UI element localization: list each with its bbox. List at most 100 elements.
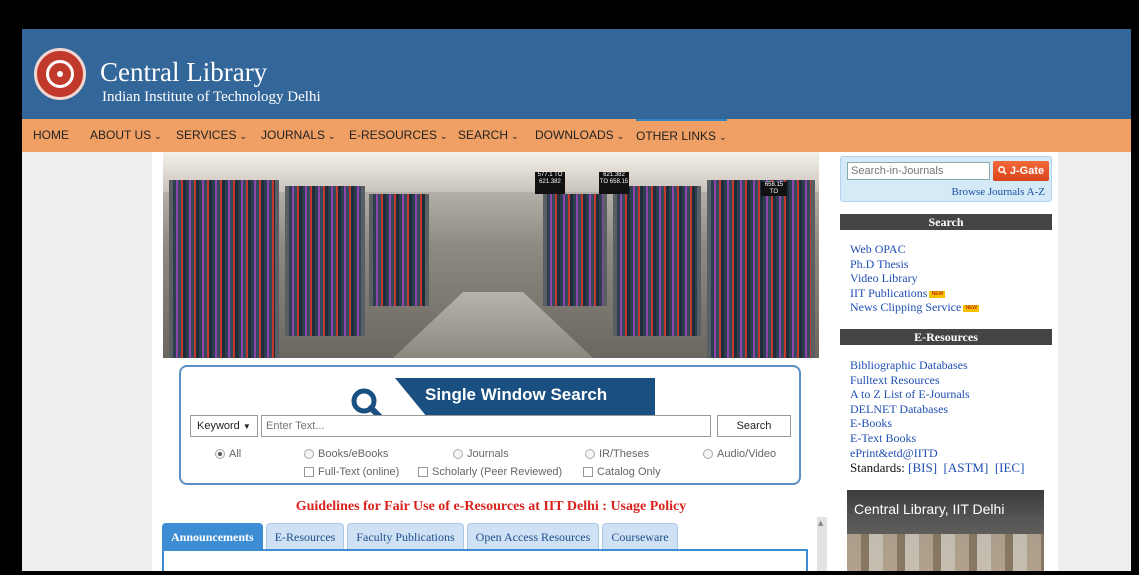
main-nav: HOME ABOUT US ⌄ SERVICES ⌄ JOURNALS ⌄ E-RES… (22, 119, 1131, 152)
radio-label: Audio/Video (717, 448, 777, 460)
nav-label: ABOUT US (90, 128, 152, 142)
nav-label: HOME (33, 128, 69, 142)
tab-announcements[interactable]: Announcements (162, 523, 263, 550)
checkbox-label: Full-Text (online) (318, 466, 400, 478)
standards-label: Standards: (850, 460, 905, 475)
jgate-button-label: J-Gate (1009, 165, 1045, 177)
web-opac-link[interactable]: Web OPAC (850, 242, 979, 257)
checkbox-icon (418, 467, 428, 477)
tab-panel (162, 549, 808, 571)
radio-label: All (229, 448, 242, 460)
radio-label: Journals (467, 448, 509, 460)
phd-thesis-link[interactable]: Ph.D Thesis (850, 257, 979, 272)
radio-icon (703, 449, 713, 459)
standards-row: Standards: [BIS] [ASTM] [IEC] (850, 460, 1024, 476)
video-library-link[interactable]: Video Library (850, 271, 979, 286)
e-books-link[interactable]: E-Books (850, 416, 970, 431)
nav-home[interactable]: HOME (33, 119, 69, 152)
delnet-databases-link[interactable]: DELNET Databases (850, 402, 970, 417)
hero-shelf (543, 194, 607, 306)
checkbox-icon (583, 467, 593, 477)
checkbox-label: Scholarly (Peer Reviewed) (432, 466, 563, 478)
tab-courseware[interactable]: Courseware (602, 523, 678, 550)
search-links: Web OPAC Ph.D Thesis Video Library IIT P… (850, 242, 980, 315)
browse-journals-link[interactable]: Browse Journals A-Z (952, 186, 1046, 198)
bis-link[interactable]: [BIS] (908, 460, 937, 475)
link-label: IIT Publications (850, 285, 928, 300)
journal-search-input[interactable] (847, 162, 990, 180)
video-title[interactable]: Central Library, IIT Delhi (854, 501, 1004, 517)
single-window-search: Single Window Search Keyword ▼ Search Al… (179, 365, 801, 485)
search-button[interactable]: Search (717, 415, 791, 437)
news-clipping-link[interactable]: News Clipping Service NEW (850, 300, 980, 315)
chevron-down-icon: ⌄ (239, 131, 248, 141)
nav-label: SEARCH (458, 128, 509, 142)
search-input[interactable] (261, 415, 711, 437)
nav-about-us[interactable]: ABOUT US ⌄ (90, 119, 162, 152)
logo-ring (46, 60, 74, 88)
bibliographic-databases-link[interactable]: Bibliographic Databases (850, 358, 970, 373)
site-title[interactable]: Central Library (100, 57, 267, 87)
thumbnail-scene (847, 534, 1044, 571)
jgate-button[interactable]: J-Gate (993, 161, 1049, 181)
check-full-text[interactable]: Full-Text (online) (304, 466, 399, 478)
radio-label: Books/eBooks (318, 448, 389, 460)
nav-other-links[interactable]: OTHER LINKS ⌄ (636, 119, 727, 152)
iitd-logo-icon[interactable] (34, 48, 86, 100)
chevron-down-icon: ⌄ (719, 132, 727, 142)
hero-shelf (285, 186, 365, 336)
link-label: News Clipping Service (850, 300, 962, 315)
field-select-value: Keyword (197, 420, 240, 432)
chevron-down-icon: ⌄ (616, 131, 625, 141)
fulltext-resources-link[interactable]: Fulltext Resources (850, 373, 970, 388)
chevron-down-icon: ⌄ (440, 131, 448, 141)
search-icon (998, 166, 1007, 175)
a-to-z-journals-link[interactable]: A to Z List of E-Journals (850, 387, 970, 402)
nav-search[interactable]: SEARCH ⌄ (458, 119, 519, 152)
tab-faculty-publications[interactable]: Faculty Publications (347, 523, 464, 550)
radio-journals[interactable]: Journals (453, 448, 509, 460)
site-subtitle: Indian Institute of Technology Delhi (102, 89, 321, 105)
radio-label: IR/Theses (599, 448, 650, 460)
hero-shelf (613, 186, 701, 336)
check-catalog-only[interactable]: Catalog Only (583, 466, 661, 478)
nav-journals[interactable]: JOURNALS ⌄ (261, 119, 336, 152)
radio-audio-video[interactable]: Audio/Video (703, 448, 776, 460)
tab-e-resources[interactable]: E-Resources (265, 523, 345, 550)
search-title: Single Window Search (425, 385, 608, 404)
shelf-label: 577.1 TO 621.382 (535, 172, 565, 194)
checkbox-icon (304, 467, 314, 477)
e-resources-links: Bibliographic Databases Fulltext Resourc… (850, 358, 970, 460)
new-badge-icon: NEW (963, 305, 980, 313)
radio-ir-theses[interactable]: IR/Theses (585, 448, 649, 460)
library-stacks-image: 577.1 TO 621.382 621.382 TO 658.15 658.1… (163, 152, 819, 358)
usage-policy-link[interactable]: Guidelines for Fair Use of e-Resources a… (152, 499, 830, 515)
radio-icon (215, 449, 225, 459)
nav-services[interactable]: SERVICES ⌄ (176, 119, 247, 152)
radio-all[interactable]: All (215, 448, 241, 460)
field-select[interactable]: Keyword ▼ (190, 415, 258, 437)
nav-downloads[interactable]: DOWNLOADS ⌄ (535, 119, 624, 152)
radio-books[interactable]: Books/eBooks (304, 448, 388, 460)
iit-publications-link[interactable]: IIT Publications NEW (850, 286, 979, 301)
browser-viewport: Central Library Indian Institute of Tech… (22, 29, 1131, 571)
e-text-books-link[interactable]: E-Text Books (850, 431, 970, 446)
nav-label: JOURNALS (261, 128, 326, 142)
checkbox-label: Catalog Only (597, 466, 661, 478)
eprint-etd-link[interactable]: ePrint&etd@IITD (850, 446, 970, 461)
chevron-down-icon: ⌄ (511, 131, 519, 141)
astm-link[interactable]: [ASTM] (944, 460, 989, 475)
search-heading: Search (840, 214, 1052, 230)
new-badge-icon: NEW (929, 290, 946, 298)
scroll-up-icon[interactable]: ▲ (818, 519, 823, 527)
hero-shelf (707, 180, 815, 358)
nav-e-resources[interactable]: E-RESOURCES ⌄ (349, 119, 448, 152)
news-tabs: Announcements E-Resources Faculty Public… (162, 523, 678, 550)
tab-open-access[interactable]: Open Access Resources (466, 523, 600, 550)
hero-shelf (169, 180, 279, 358)
nav-label: OTHER LINKS (636, 129, 717, 143)
iec-link[interactable]: [IEC] (995, 460, 1025, 475)
radio-icon (585, 449, 595, 459)
dropdown-arrow-icon: ▼ (242, 422, 251, 431)
check-scholarly[interactable]: Scholarly (Peer Reviewed) (418, 466, 562, 478)
